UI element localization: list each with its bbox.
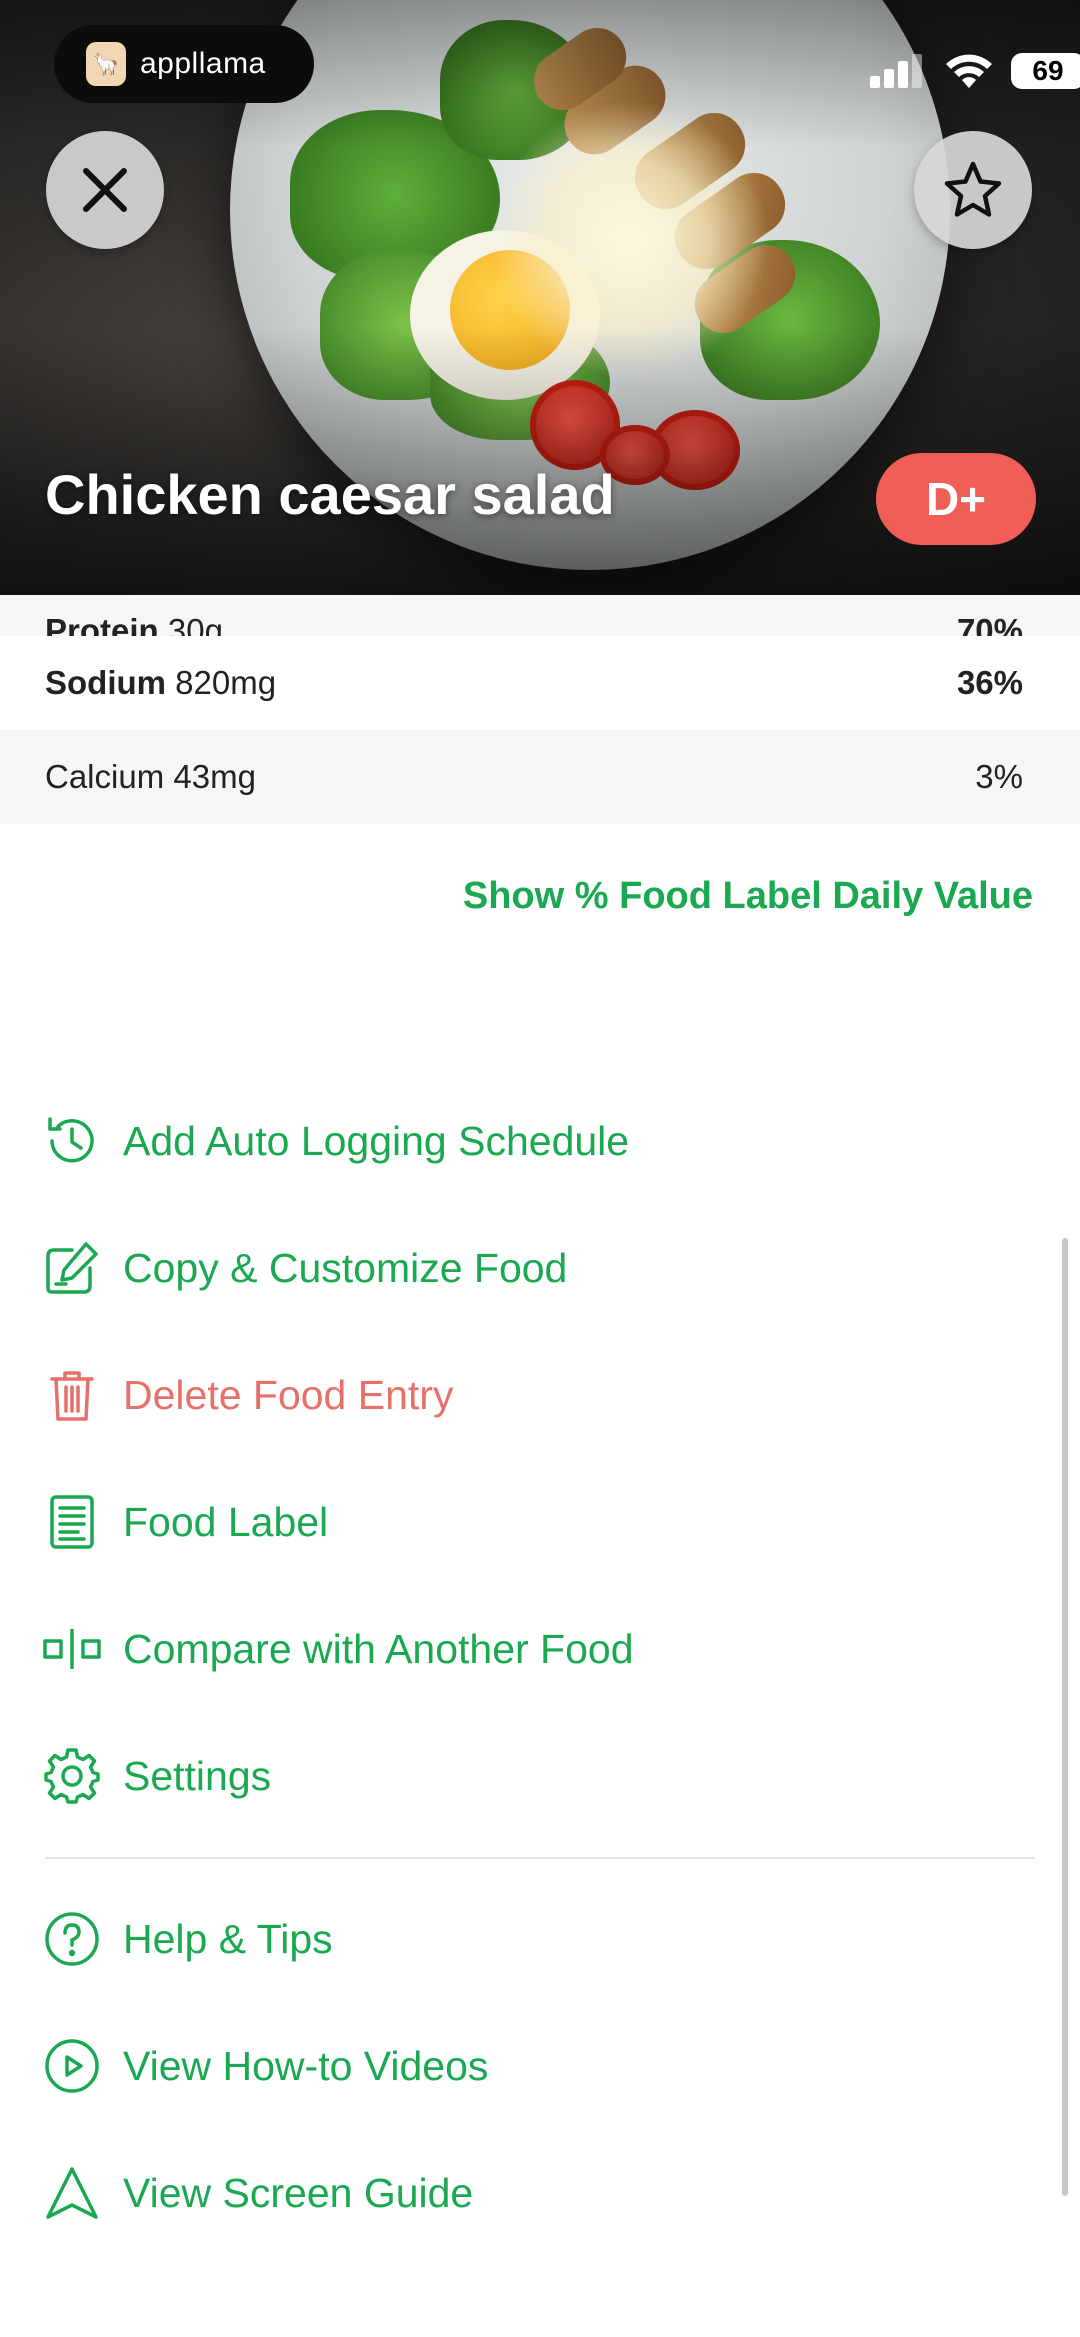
- edit-icon: [40, 1236, 104, 1300]
- nutrient-name: Calcium: [45, 758, 165, 795]
- menu-item-label: View How-to Videos: [123, 2042, 489, 2089]
- menu-item-label: Delete Food Entry: [123, 1371, 454, 1418]
- cellular-signal-icon: [870, 52, 926, 88]
- menu-divider: [45, 1857, 1035, 1859]
- trash-icon: [40, 1363, 104, 1427]
- history-clock-icon: [40, 1109, 104, 1173]
- nutrient-row-calcium: Calcium 43mg 3%: [0, 730, 1080, 824]
- status-bar: 69: [780, 40, 1080, 100]
- view-how-to-videos-button[interactable]: View How-to Videos: [40, 2021, 488, 2111]
- app-badge-label: appllama: [140, 47, 266, 80]
- food-label-icon: [40, 1490, 104, 1554]
- grade-badge[interactable]: D+: [876, 453, 1036, 545]
- close-button[interactable]: [46, 131, 164, 249]
- delete-food-entry-button[interactable]: Delete Food Entry: [40, 1350, 453, 1440]
- menu-item-label: View Screen Guide: [123, 2169, 474, 2216]
- food-label-button[interactable]: Food Label: [40, 1477, 328, 1567]
- help-circle-icon: [40, 1907, 104, 1971]
- wifi-icon: [946, 54, 992, 88]
- favorite-button[interactable]: [914, 131, 1032, 249]
- show-daily-value-link[interactable]: Show % Food Label Daily Value: [463, 875, 1033, 918]
- view-screen-guide-button[interactable]: View Screen Guide: [40, 2148, 473, 2238]
- menu-item-label: Food Label: [123, 1498, 329, 1545]
- nutrient-name: Sodium: [45, 664, 166, 701]
- add-auto-logging-schedule-button[interactable]: Add Auto Logging Schedule: [40, 1096, 629, 1186]
- menu-item-label: Help & Tips: [123, 1915, 333, 1962]
- food-title: Chicken caesar salad: [45, 463, 615, 526]
- nutrient-amount: 43mg: [173, 758, 256, 795]
- gear-icon: [40, 1744, 104, 1808]
- scrollbar[interactable]: [1062, 1238, 1068, 2196]
- nutrient-percent: 3%: [975, 758, 1023, 795]
- app-badge: 🦙 appllama: [54, 25, 314, 103]
- star-icon: [944, 161, 1002, 217]
- menu-item-label: Settings: [123, 1752, 272, 1799]
- compare-food-button[interactable]: Compare with Another Food: [40, 1604, 634, 1694]
- navigation-arrow-icon: [40, 2161, 104, 2225]
- nutrient-row-sodium: Sodium 820mg 36%: [0, 636, 1080, 730]
- llama-logo-icon: 🦙: [86, 42, 126, 86]
- copy-customize-food-button[interactable]: Copy & Customize Food: [40, 1223, 567, 1313]
- help-tips-button[interactable]: Help & Tips: [40, 1894, 333, 1984]
- settings-button[interactable]: Settings: [40, 1731, 271, 1821]
- nutrient-row-protein-partial: Protein 30g 70%: [0, 595, 1080, 636]
- nutrient-amount: 820mg: [175, 664, 277, 701]
- menu-item-label: Compare with Another Food: [123, 1625, 634, 1672]
- battery-indicator: 69: [1011, 53, 1080, 89]
- menu-item-label: Add Auto Logging Schedule: [123, 1117, 630, 1164]
- nutrient-percent: 36%: [956, 664, 1023, 701]
- play-circle-icon: [40, 2034, 104, 2098]
- menu-item-label: Copy & Customize Food: [123, 1244, 568, 1291]
- compare-icon: [40, 1617, 104, 1681]
- close-icon: [83, 168, 127, 212]
